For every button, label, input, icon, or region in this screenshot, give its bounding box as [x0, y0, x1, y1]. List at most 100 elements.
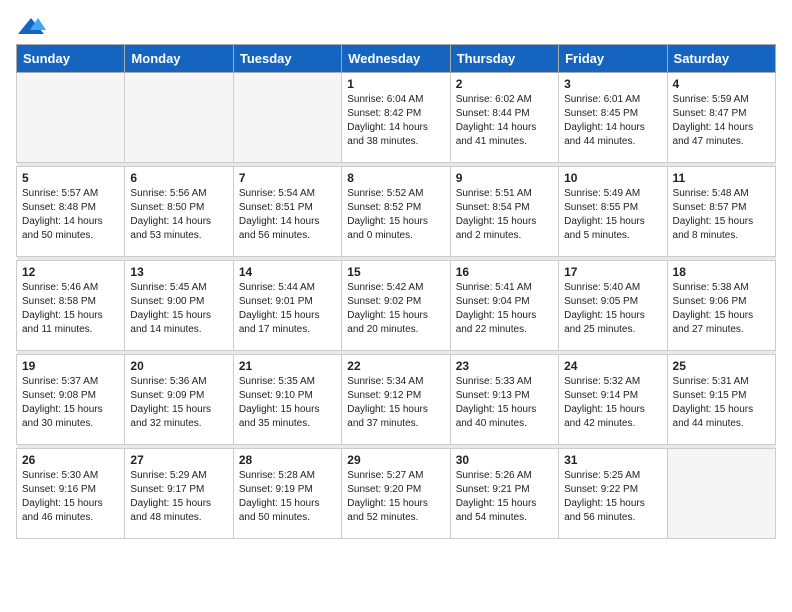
- day-number: 28: [239, 453, 336, 467]
- cell-info: Sunrise: 5:41 AM Sunset: 9:04 PM Dayligh…: [456, 281, 553, 337]
- cell-info: Sunrise: 5:35 AM Sunset: 9:10 PM Dayligh…: [239, 375, 336, 431]
- calendar-week-row: 5Sunrise: 5:57 AM Sunset: 8:48 PM Daylig…: [17, 167, 776, 257]
- cell-info: Sunrise: 5:34 AM Sunset: 9:12 PM Dayligh…: [347, 375, 444, 431]
- cell-info: Sunrise: 5:30 AM Sunset: 9:16 PM Dayligh…: [22, 469, 119, 525]
- cell-info: Sunrise: 5:44 AM Sunset: 9:01 PM Dayligh…: [239, 281, 336, 337]
- day-number: 13: [130, 265, 227, 279]
- calendar-cell: 14 Sunrise: 5:44 AM Sunset: 9:01 PM Dayli…: [233, 261, 341, 351]
- day-number: 7: [239, 171, 336, 185]
- weekday-header-row: SundayMondayTuesdayWednesdayThursdayFrid…: [17, 45, 776, 73]
- day-number: 12: [22, 265, 119, 279]
- day-number: 29: [347, 453, 444, 467]
- calendar-cell: 29 Sunrise: 5:27 AM Sunset: 9:20 PM Dayli…: [342, 449, 450, 539]
- calendar-cell: 4 Sunrise: 5:59 AM Sunset: 8:47 PM Daylig…: [667, 73, 775, 163]
- calendar-cell: 8 Sunrise: 5:52 AM Sunset: 8:52 PM Daylig…: [342, 167, 450, 257]
- calendar-cell: 15 Sunrise: 5:42 AM Sunset: 9:02 PM Dayli…: [342, 261, 450, 351]
- day-number: 20: [130, 359, 227, 373]
- calendar-cell: 26 Sunrise: 5:30 AM Sunset: 9:16 PM Dayli…: [17, 449, 125, 539]
- day-number: 3: [564, 77, 661, 91]
- day-number: 21: [239, 359, 336, 373]
- calendar-cell: 20 Sunrise: 5:36 AM Sunset: 9:09 PM Dayli…: [125, 355, 233, 445]
- day-number: 6: [130, 171, 227, 185]
- cell-info: Sunrise: 5:49 AM Sunset: 8:55 PM Dayligh…: [564, 187, 661, 243]
- calendar-cell: 7 Sunrise: 5:54 AM Sunset: 8:51 PM Daylig…: [233, 167, 341, 257]
- day-number: 31: [564, 453, 661, 467]
- cell-info: Sunrise: 5:32 AM Sunset: 9:14 PM Dayligh…: [564, 375, 661, 431]
- weekday-header: Saturday: [667, 45, 775, 73]
- day-number: 17: [564, 265, 661, 279]
- cell-info: Sunrise: 6:02 AM Sunset: 8:44 PM Dayligh…: [456, 93, 553, 149]
- calendar-cell: 24 Sunrise: 5:32 AM Sunset: 9:14 PM Dayli…: [559, 355, 667, 445]
- cell-info: Sunrise: 5:31 AM Sunset: 9:15 PM Dayligh…: [673, 375, 770, 431]
- calendar-week-row: 12 Sunrise: 5:46 AM Sunset: 8:58 PM Dayli…: [17, 261, 776, 351]
- calendar-cell: 9 Sunrise: 5:51 AM Sunset: 8:54 PM Daylig…: [450, 167, 558, 257]
- day-number: 22: [347, 359, 444, 373]
- cell-info: Sunrise: 5:51 AM Sunset: 8:54 PM Dayligh…: [456, 187, 553, 243]
- day-number: 9: [456, 171, 553, 185]
- day-number: 15: [347, 265, 444, 279]
- cell-info: Sunrise: 5:27 AM Sunset: 9:20 PM Dayligh…: [347, 469, 444, 525]
- cell-info: Sunrise: 5:29 AM Sunset: 9:17 PM Dayligh…: [130, 469, 227, 525]
- cell-info: Sunrise: 5:57 AM Sunset: 8:48 PM Dayligh…: [22, 187, 119, 243]
- calendar-cell: 16 Sunrise: 5:41 AM Sunset: 9:04 PM Dayli…: [450, 261, 558, 351]
- cell-info: Sunrise: 5:48 AM Sunset: 8:57 PM Dayligh…: [673, 187, 770, 243]
- calendar-cell: 30 Sunrise: 5:26 AM Sunset: 9:21 PM Dayli…: [450, 449, 558, 539]
- calendar-cell: [233, 73, 341, 163]
- calendar-cell: 13 Sunrise: 5:45 AM Sunset: 9:00 PM Dayli…: [125, 261, 233, 351]
- day-number: 30: [456, 453, 553, 467]
- day-number: 26: [22, 453, 119, 467]
- day-number: 10: [564, 171, 661, 185]
- calendar-cell: 27 Sunrise: 5:29 AM Sunset: 9:17 PM Dayli…: [125, 449, 233, 539]
- day-number: 14: [239, 265, 336, 279]
- calendar-cell: 23 Sunrise: 5:33 AM Sunset: 9:13 PM Dayli…: [450, 355, 558, 445]
- calendar-cell: 17 Sunrise: 5:40 AM Sunset: 9:05 PM Dayli…: [559, 261, 667, 351]
- calendar-cell: [17, 73, 125, 163]
- cell-info: Sunrise: 5:45 AM Sunset: 9:00 PM Dayligh…: [130, 281, 227, 337]
- day-number: 19: [22, 359, 119, 373]
- calendar-cell: 28Sunrise: 5:28 AM Sunset: 9:19 PM Dayli…: [233, 449, 341, 539]
- logo-icon: [16, 16, 46, 36]
- cell-info: Sunrise: 6:01 AM Sunset: 8:45 PM Dayligh…: [564, 93, 661, 149]
- day-number: 4: [673, 77, 770, 91]
- cell-info: Sunrise: 5:56 AM Sunset: 8:50 PM Dayligh…: [130, 187, 227, 243]
- weekday-header: Tuesday: [233, 45, 341, 73]
- calendar-cell: 12 Sunrise: 5:46 AM Sunset: 8:58 PM Dayli…: [17, 261, 125, 351]
- cell-info: Sunrise: 5:52 AM Sunset: 8:52 PM Dayligh…: [347, 187, 444, 243]
- calendar-cell: 22 Sunrise: 5:34 AM Sunset: 9:12 PM Dayli…: [342, 355, 450, 445]
- day-number: 11: [673, 171, 770, 185]
- cell-info: Sunrise: 5:46 AM Sunset: 8:58 PM Dayligh…: [22, 281, 119, 337]
- calendar-week-row: 26 Sunrise: 5:30 AM Sunset: 9:16 PM Dayli…: [17, 449, 776, 539]
- calendar-cell: 11 Sunrise: 5:48 AM Sunset: 8:57 PM Dayli…: [667, 167, 775, 257]
- calendar-cell: 25 Sunrise: 5:31 AM Sunset: 9:15 PM Dayli…: [667, 355, 775, 445]
- cell-info: Sunrise: 5:54 AM Sunset: 8:51 PM Dayligh…: [239, 187, 336, 243]
- weekday-header: Wednesday: [342, 45, 450, 73]
- weekday-header: Thursday: [450, 45, 558, 73]
- calendar-week-row: 1Sunrise: 6:04 AM Sunset: 8:42 PM Daylig…: [17, 73, 776, 163]
- day-number: 24: [564, 359, 661, 373]
- cell-info: Sunrise: 5:40 AM Sunset: 9:05 PM Dayligh…: [564, 281, 661, 337]
- calendar: SundayMondayTuesdayWednesdayThursdayFrid…: [16, 44, 776, 539]
- cell-info: Sunrise: 5:33 AM Sunset: 9:13 PM Dayligh…: [456, 375, 553, 431]
- cell-info: Sunrise: 5:25 AM Sunset: 9:22 PM Dayligh…: [564, 469, 661, 525]
- day-number: 27: [130, 453, 227, 467]
- calendar-week-row: 19Sunrise: 5:37 AM Sunset: 9:08 PM Dayli…: [17, 355, 776, 445]
- cell-info: Sunrise: 5:36 AM Sunset: 9:09 PM Dayligh…: [130, 375, 227, 431]
- weekday-header: Friday: [559, 45, 667, 73]
- day-number: 1: [347, 77, 444, 91]
- weekday-header: Monday: [125, 45, 233, 73]
- calendar-cell: [667, 449, 775, 539]
- cell-info: Sunrise: 5:26 AM Sunset: 9:21 PM Dayligh…: [456, 469, 553, 525]
- calendar-cell: 1Sunrise: 6:04 AM Sunset: 8:42 PM Daylig…: [342, 73, 450, 163]
- calendar-cell: 31 Sunrise: 5:25 AM Sunset: 9:22 PM Dayli…: [559, 449, 667, 539]
- calendar-cell: 6 Sunrise: 5:56 AM Sunset: 8:50 PM Daylig…: [125, 167, 233, 257]
- calendar-cell: 19Sunrise: 5:37 AM Sunset: 9:08 PM Dayli…: [17, 355, 125, 445]
- day-number: 25: [673, 359, 770, 373]
- cell-info: Sunrise: 5:42 AM Sunset: 9:02 PM Dayligh…: [347, 281, 444, 337]
- day-number: 16: [456, 265, 553, 279]
- calendar-cell: 2Sunrise: 6:02 AM Sunset: 8:44 PM Daylig…: [450, 73, 558, 163]
- weekday-header: Sunday: [17, 45, 125, 73]
- day-number: 23: [456, 359, 553, 373]
- calendar-cell: 5Sunrise: 5:57 AM Sunset: 8:48 PM Daylig…: [17, 167, 125, 257]
- cell-info: Sunrise: 5:59 AM Sunset: 8:47 PM Dayligh…: [673, 93, 770, 149]
- day-number: 8: [347, 171, 444, 185]
